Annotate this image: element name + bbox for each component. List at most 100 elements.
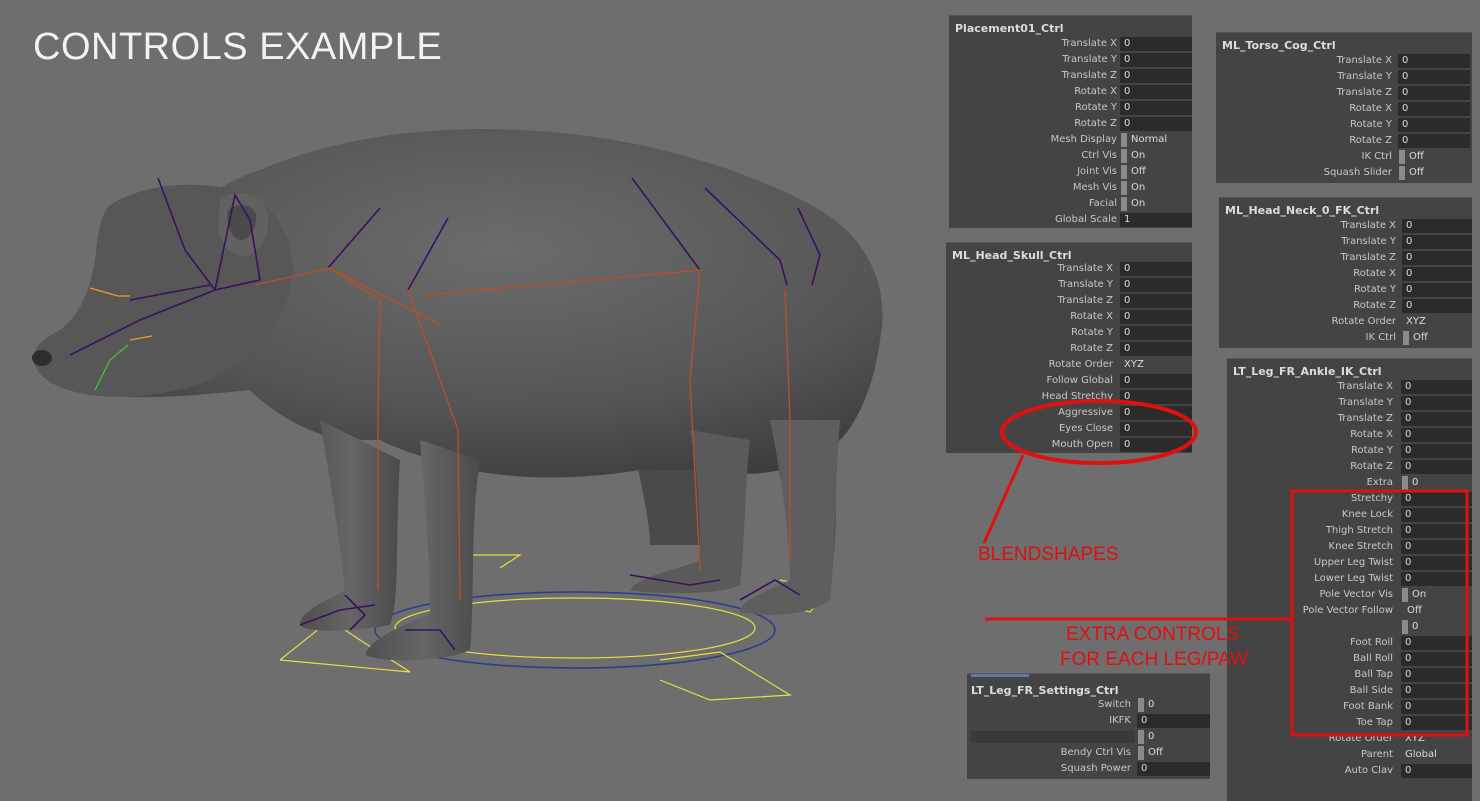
- rotate-order-value[interactable]: XYZ: [1120, 358, 1192, 372]
- attr-field[interactable]: 0: [1401, 668, 1472, 682]
- attr-field[interactable]: 0: [1120, 53, 1192, 67]
- panel-title: LT_Leg_FR_Settings_Ctrl: [971, 684, 1119, 697]
- attr-field[interactable]: 0: [1120, 85, 1192, 99]
- attr-field[interactable]: 0: [1401, 492, 1472, 506]
- attr-label: Rotate X: [1353, 268, 1396, 279]
- attr-label: Translate X: [1337, 381, 1393, 392]
- attr-field[interactable]: 0: [1401, 652, 1472, 666]
- attr-label: Knee Lock: [1341, 509, 1393, 520]
- attr-field[interactable]: 1: [1120, 213, 1192, 227]
- attr-label: Joint Vis: [1077, 166, 1117, 177]
- enum-dropdown[interactable]: Off: [1399, 166, 1470, 180]
- attr-label: Pole Vector Vis: [1319, 589, 1393, 600]
- viewport[interactable]: CONTROLS EXAMPLE Placement01_Ctrl Transl…: [0, 0, 1480, 801]
- attr-field[interactable]: 0: [1120, 406, 1192, 420]
- rotate-order-value[interactable]: XYZ: [1401, 732, 1472, 746]
- attr-label: Aggressive: [1058, 407, 1113, 418]
- attr-field[interactable]: 0: [1401, 444, 1472, 458]
- attr-field[interactable]: 0: [1120, 342, 1192, 356]
- attr-field[interactable]: 0: [1398, 102, 1470, 116]
- enum-dropdown[interactable]: Off: [1121, 165, 1192, 179]
- attr-field[interactable]: 0: [1120, 101, 1192, 115]
- attr-label: Ball Side: [1349, 685, 1393, 696]
- attr-field[interactable]: 0: [1120, 438, 1192, 452]
- attr-field[interactable]: 0: [1120, 294, 1192, 308]
- attr-field[interactable]: 0: [1401, 636, 1472, 650]
- attr-field[interactable]: 0: [1120, 37, 1192, 51]
- attr-label: Translate Y: [1338, 397, 1393, 408]
- attr-label: Rotate Z: [1074, 118, 1117, 129]
- attr-label: IK Ctrl: [1365, 332, 1396, 343]
- enum-dropdown[interactable]: On: [1121, 149, 1192, 163]
- rotate-order-value[interactable]: XYZ: [1402, 315, 1472, 329]
- attr-field[interactable]: 0: [1398, 70, 1470, 84]
- enum-dropdown[interactable]: Normal: [1121, 133, 1192, 147]
- attr-label: Rotate Order: [1331, 316, 1396, 327]
- attr-field[interactable]: 0: [1402, 283, 1472, 297]
- attr-field[interactable]: 0: [1398, 134, 1470, 148]
- attr-field[interactable]: 0: [1120, 390, 1192, 404]
- attr-field[interactable]: 0: [1398, 86, 1470, 100]
- attr-field[interactable]: 0: [1402, 219, 1472, 233]
- enum-dropdown[interactable]: On: [1121, 181, 1192, 195]
- attr-field[interactable]: 0: [1401, 428, 1472, 442]
- attr-field[interactable]: 0: [1401, 540, 1472, 554]
- torso-cog-ctrl-panel: ML_Torso_Cog_Ctrl Translate X 0 Translate…: [1216, 32, 1472, 183]
- attr-label: Facial: [1088, 198, 1117, 209]
- panel-title: ML_Torso_Cog_Ctrl: [1222, 39, 1336, 52]
- attr-label: Upper Leg Twist: [1313, 557, 1393, 568]
- attr-field[interactable]: 0: [1120, 262, 1192, 276]
- attr-field[interactable]: 0: [1401, 572, 1472, 586]
- attr-field[interactable]: 0: [1137, 714, 1210, 728]
- attr-field[interactable]: 0: [1401, 412, 1472, 426]
- attr-field[interactable]: 0: [1120, 310, 1192, 324]
- extra-controls-label-line2: FOR EACH LEG/PAW: [1060, 649, 1248, 670]
- attr-field[interactable]: 0: [1401, 380, 1472, 394]
- attr-field[interactable]: 0: [1120, 326, 1192, 340]
- attr-field[interactable]: 0: [1401, 556, 1472, 570]
- attr-field[interactable]: 0: [1402, 299, 1472, 313]
- enum-dropdown[interactable]: Off: [1399, 150, 1470, 164]
- separator-field[interactable]: 0: [1402, 620, 1472, 634]
- attr-field[interactable]: 0: [1402, 267, 1472, 281]
- enum-value[interactable]: Off: [1403, 604, 1472, 618]
- enum-value: Off: [1131, 166, 1146, 177]
- attr-field[interactable]: 0: [1398, 118, 1470, 132]
- enum-dropdown[interactable]: 0: [1138, 698, 1210, 712]
- attr-field[interactable]: 0: [1401, 684, 1472, 698]
- attr-field[interactable]: 0: [1120, 117, 1192, 131]
- attr-label: Rotate Y: [1353, 284, 1396, 295]
- enum-value: On: [1131, 182, 1146, 193]
- enum-dropdown[interactable]: 0: [1402, 476, 1472, 490]
- attr-field[interactable]: 0: [1401, 764, 1472, 778]
- enum-value: 0: [1148, 731, 1155, 742]
- attr-field[interactable]: 0: [1137, 762, 1210, 776]
- bear-model-viewport[interactable]: [0, 0, 945, 800]
- enum-value: Normal: [1131, 134, 1168, 145]
- attr-field[interactable]: 0: [1402, 251, 1472, 265]
- enum-dropdown[interactable]: Off: [1403, 331, 1472, 345]
- attr-label: Ball Tap: [1354, 669, 1393, 680]
- enum-value: Off: [1413, 332, 1428, 343]
- attr-field[interactable]: 0: [1401, 396, 1472, 410]
- attr-label: Rotate X: [1070, 311, 1113, 322]
- attr-label: Lower Leg Twist: [1314, 573, 1393, 584]
- attr-field[interactable]: 0: [1401, 524, 1472, 538]
- attr-label: Extra: [1366, 477, 1393, 488]
- attr-field[interactable]: 0: [1120, 374, 1192, 388]
- enum-dropdown[interactable]: On: [1402, 588, 1472, 602]
- separator-field[interactable]: 0: [1138, 730, 1210, 744]
- enum-dropdown[interactable]: Off: [1138, 746, 1210, 760]
- attr-label: Rotate Z: [1350, 461, 1393, 472]
- attr-field[interactable]: 0: [1401, 716, 1472, 730]
- parent-value[interactable]: Global: [1401, 748, 1472, 762]
- attr-field[interactable]: 0: [1401, 508, 1472, 522]
- enum-dropdown[interactable]: On: [1121, 197, 1192, 211]
- attr-field[interactable]: 0: [1401, 460, 1472, 474]
- attr-field[interactable]: 0: [1402, 235, 1472, 249]
- attr-field[interactable]: 0: [1120, 278, 1192, 292]
- attr-field[interactable]: 0: [1120, 69, 1192, 83]
- attr-field[interactable]: 0: [1120, 422, 1192, 436]
- attr-field[interactable]: 0: [1398, 54, 1470, 68]
- attr-field[interactable]: 0: [1401, 700, 1472, 714]
